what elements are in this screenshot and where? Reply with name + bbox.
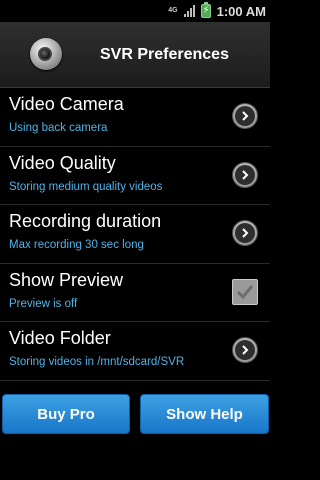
checkmark-icon <box>236 284 254 299</box>
chevron-right-icon[interactable] <box>232 220 258 246</box>
app-camera-icon <box>30 38 62 70</box>
pref-title: Video Folder <box>9 328 111 348</box>
pref-summary: Max recording 30 sec long <box>9 239 144 251</box>
page-title: SVR Preferences <box>100 46 229 63</box>
show-preview-checkbox[interactable] <box>232 278 258 305</box>
pref-show-preview[interactable]: Show Preview Preview is off <box>0 264 270 322</box>
pref-video-folder[interactable]: Video Folder Storing videos in /mnt/sdca… <box>0 322 270 381</box>
preferences-list: Video Camera Using back camera Video Qua… <box>0 88 270 381</box>
pref-summary: Using back camera <box>9 122 108 134</box>
show-help-button[interactable]: Show Help <box>140 394 269 434</box>
pref-title: Video Quality <box>9 152 116 173</box>
pref-summary: Storing medium quality videos <box>9 180 163 193</box>
battery-icon: ⚡ <box>200 2 211 18</box>
pref-summary: Preview is off <box>9 297 78 310</box>
pref-video-quality[interactable]: Video Quality Storing medium quality vid… <box>0 147 270 205</box>
pref-title: Show Preview <box>9 269 124 290</box>
pref-title: Recording duration <box>9 211 162 231</box>
pref-recording-duration[interactable]: Recording duration Max recording 30 sec … <box>0 205 270 264</box>
status-bar: 4G ⚡ 1:00 AM <box>0 0 270 22</box>
signal-strength-icon <box>183 5 195 17</box>
pref-summary: Storing videos in /mnt/sdcard/SVR <box>9 356 185 368</box>
chevron-right-icon[interactable] <box>232 337 258 363</box>
chevron-right-icon[interactable] <box>232 103 258 129</box>
network-type-indicator: 4G <box>168 7 178 14</box>
status-time: 1:00 AM <box>216 3 266 19</box>
pref-video-camera[interactable]: Video Camera Using back camera <box>0 88 270 147</box>
chevron-right-icon[interactable] <box>232 161 258 188</box>
title-bar: SVR Preferences <box>0 22 270 88</box>
pref-title: Video Camera <box>9 94 124 114</box>
buy-pro-button[interactable]: Buy Pro <box>2 394 130 434</box>
